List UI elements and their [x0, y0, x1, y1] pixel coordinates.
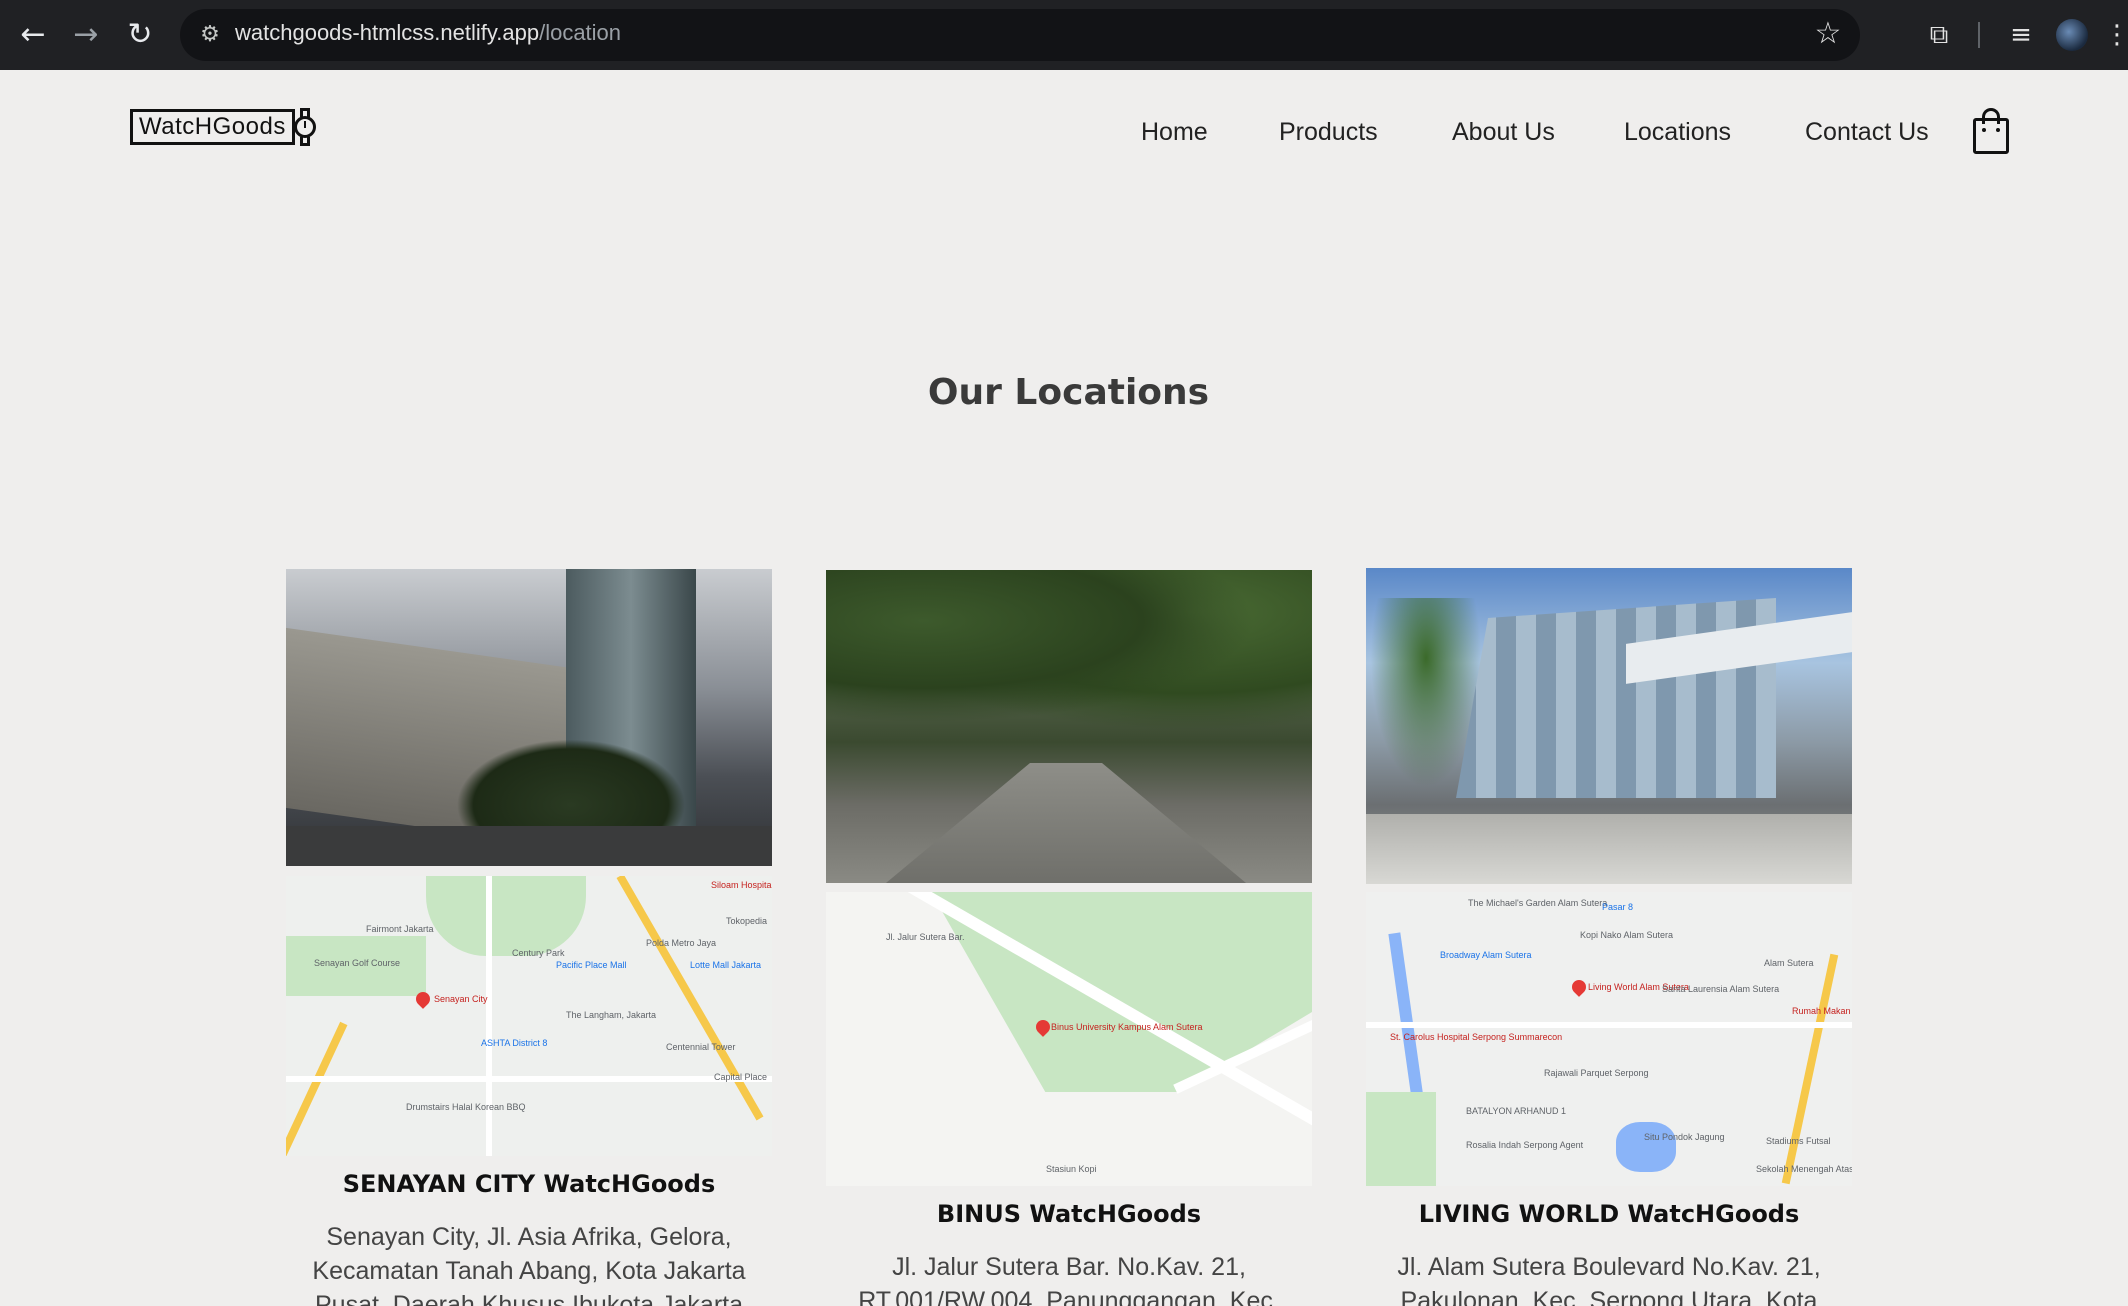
location-card: Living World Alam Sutera The Michael's G… [1366, 568, 1852, 1306]
main-nav: Home Products About Us Locations Contact… [0, 118, 2128, 152]
map-label: ASHTA District 8 [481, 1038, 548, 1048]
back-button[interactable]: ← [12, 14, 54, 56]
cart-button[interactable] [1973, 108, 2009, 154]
map-label: Fairmont Jakarta [366, 924, 434, 934]
nav-about-us[interactable]: About Us [1452, 118, 1555, 147]
map-label: Stadiums Futsal [1766, 1136, 1831, 1146]
map-label: Pacific Place Mall [556, 960, 627, 970]
location-map[interactable]: Senayan City Fairmont Jakarta Pacific Pl… [286, 876, 772, 1156]
location-name: BINUS WatcHGoods [936, 1200, 1202, 1228]
location-name: SENAYAN CITY WatcHGoods [342, 1170, 716, 1198]
location-address: Jl. Jalur Sutera Bar. No.Kav. 21, RT.001… [858, 1253, 1280, 1306]
map-label: St. Carolus Hospital Serpong Summarecon [1390, 1032, 1563, 1042]
url-text[interactable]: watchgoods-htmlcss.netlify.app/location [235, 20, 621, 46]
map-label: Capital Place [714, 1072, 768, 1082]
map-label: Binus University Kampus Alam Sutera [1051, 1022, 1203, 1032]
map-label: Kopi Nako Alam Sutera [1580, 930, 1674, 940]
map-label: Tokopedia [726, 916, 768, 926]
extensions-button[interactable]: ⧉ [1918, 14, 1960, 56]
bookmark-button[interactable]: ☆ [1810, 16, 1846, 52]
reload-icon: ↻ [127, 17, 153, 52]
map-label: Stasiun Kopi [1046, 1164, 1097, 1174]
nav-locations[interactable]: Locations [1624, 118, 1731, 147]
location-map[interactable]: Binus University Kampus Alam Sutera Jl. … [826, 892, 1312, 1186]
map-label: Broadway Alam Sutera [1440, 950, 1532, 960]
location-card: Binus University Kampus Alam Sutera Jl. … [826, 570, 1312, 1306]
location-address: Senayan City, Jl. Asia Afrika, Gelora, K… [312, 1223, 746, 1306]
site-info-button[interactable]: ⚙ [194, 19, 226, 51]
page-title: Our Locations [927, 372, 1210, 413]
forward-button[interactable]: → [65, 14, 107, 56]
map-label: Polda Metro Jaya [646, 938, 717, 948]
location-address: Jl. Alam Sutera Boulevard No.Kav. 21, Pa… [1397, 1253, 1821, 1306]
nav-contact-us[interactable]: Contact Us [1805, 118, 1929, 147]
kebab-menu-icon: ⋮ [2104, 20, 2128, 50]
arrow-left-icon: ← [20, 17, 46, 52]
url-host: watchgoods-htmlcss.netlify.app [235, 20, 540, 45]
media-button[interactable]: ≡ [2000, 14, 2042, 56]
toolbar-divider [1978, 22, 1980, 48]
tune-icon: ⚙ [200, 22, 220, 47]
map-label: The Michael's Garden Alam Sutera [1468, 898, 1608, 908]
map-label: Rosalia Indah Serpong Agent [1466, 1140, 1584, 1150]
map-label: Pasar 8 [1602, 902, 1634, 912]
map-label: Lotte Mall Jakarta [690, 960, 762, 970]
map-label: Situ Pondok Jagung [1644, 1132, 1725, 1142]
arrow-right-icon: → [73, 17, 99, 52]
map-label: Drumstairs Halal Korean BBQ [406, 1102, 526, 1112]
location-photo [286, 569, 772, 866]
map-label: Rumah Makan N [1792, 1006, 1852, 1016]
map-label: Century Park [512, 948, 565, 958]
map-label: Senayan Golf Course [314, 958, 401, 968]
nav-home[interactable]: Home [1141, 118, 1208, 147]
location-name: LIVING WORLD WatcHGoods [1418, 1200, 1800, 1228]
map-label: BATALYON ARHANUD 1 [1466, 1106, 1567, 1116]
url-path: /location [539, 20, 622, 45]
chrome-menu-button[interactable]: ⋮ [2104, 14, 2128, 56]
reload-button[interactable]: ↻ [119, 14, 161, 56]
map-label: Sekolah Menengah Atas Atthala [1756, 1164, 1852, 1174]
location-card: Senayan City Fairmont Jakarta Pacific Pl… [286, 569, 772, 1306]
map-label: Siloam Hospitals Semanggi [711, 880, 772, 890]
map-label: Centennial Tower [666, 1042, 736, 1052]
puzzle-icon: ⧉ [1929, 20, 1949, 50]
nav-products[interactable]: Products [1279, 118, 1378, 147]
map-label: Senayan City [434, 994, 488, 1004]
map-label: Rajawali Parquet Serpong [1544, 1068, 1649, 1078]
map-pin-icon [1569, 977, 1589, 997]
map-label: Santa Laurensia Alam Sutera [1662, 984, 1780, 994]
star-icon: ☆ [1814, 16, 1842, 51]
map-label: Alam Sutera [1764, 958, 1814, 968]
map-label: The Langham, Jakarta [566, 1010, 657, 1020]
browser-toolbar: ← → ↻ ⚙ watchgoods-htmlcss.netlify.app/l… [0, 0, 2128, 70]
map-label: Jl. Jalur Sutera Bar. [886, 932, 965, 942]
address-bar[interactable]: ⚙ watchgoods-htmlcss.netlify.app/locatio… [180, 9, 1860, 61]
location-photo [1366, 568, 1852, 884]
location-map[interactable]: Living World Alam Sutera The Michael's G… [1366, 892, 1852, 1186]
profile-avatar[interactable] [2056, 19, 2088, 51]
playlist-icon: ≡ [2010, 20, 2032, 50]
location-photo [826, 570, 1312, 883]
